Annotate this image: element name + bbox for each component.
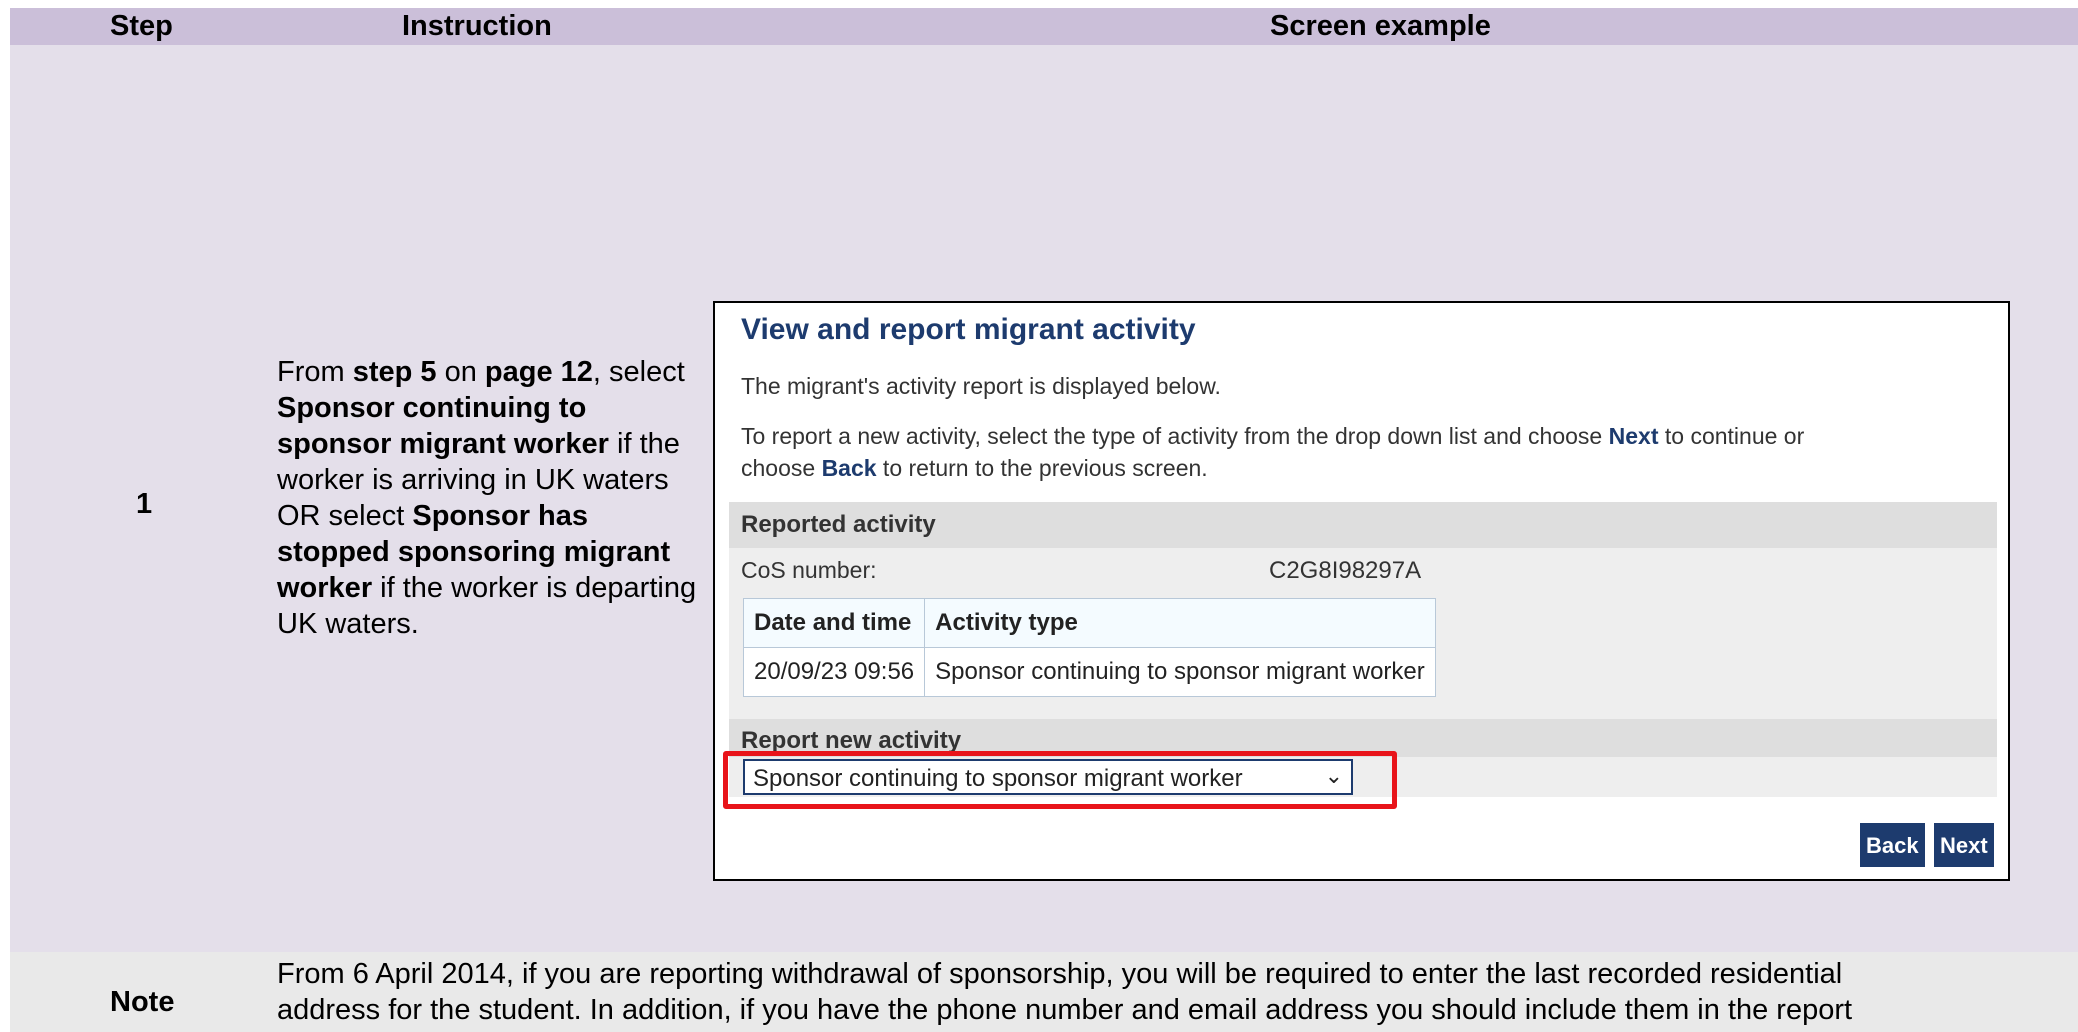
instruction-bold: page 12	[484, 356, 593, 388]
instruction-bold: Sponsor continuing to sponsor migrant wo…	[277, 392, 609, 460]
activity-table: Date and time Activity type 20/09/23 09:…	[742, 598, 1436, 697]
instruction-line-1: To report a new activity, select the typ…	[741, 423, 1804, 450]
instruction-text: to return to the previous screen.	[876, 455, 1208, 481]
instruction-bold: step 5	[352, 356, 437, 388]
cos-number-label: CoS number:	[741, 557, 877, 583]
intro-text: The migrant's activity report is display…	[741, 373, 1221, 399]
instruction-text: , select	[592, 356, 685, 388]
instruction-text: choose	[741, 455, 822, 481]
screen-example-panel: View and report migrant activity The mig…	[713, 301, 2010, 881]
note-line: From 6 April 2014, if you are reporting …	[277, 958, 1843, 990]
instruction-text: From	[277, 356, 353, 388]
instruction-text: To report a new activity, select the typ…	[741, 423, 1609, 449]
highlight-box	[723, 751, 1397, 809]
column-header: Activity type	[924, 598, 1436, 648]
header-step: Step	[110, 10, 173, 42]
instruction-line-2: choose Back to return to the previous sc…	[741, 455, 1208, 482]
instruction-text: on	[436, 356, 485, 388]
cos-number-value: C2G8I98297A	[1269, 557, 1422, 584]
instruction-back-text: Back	[821, 455, 877, 481]
table-header-row: Step Instruction Screen example	[10, 8, 2078, 45]
note-row: Note From 6 April 2014, if you are repor…	[10, 952, 2078, 1032]
activity-table-header: Date and time Activity type	[742, 598, 1436, 648]
column-header: Date and time	[742, 598, 926, 648]
note-text: From 6 April 2014, if you are reporting …	[277, 956, 2067, 1028]
note-label: Note	[110, 986, 175, 1018]
step-instruction: From step 5 on page 12, select Sponsor c…	[277, 354, 707, 642]
table-cell: 20/09/23 09:56	[742, 647, 926, 697]
header-screen-example: Screen example	[1270, 10, 1491, 42]
header-instruction: Instruction	[402, 10, 552, 42]
instruction-text: to continue or	[1658, 423, 1805, 449]
step-row: 1 From step 5 on page 12, select Sponsor…	[10, 45, 2078, 952]
page-title: View and report migrant activity	[741, 313, 1196, 346]
instruction-next-text: Next	[1608, 423, 1659, 449]
step-number: 1	[136, 488, 153, 520]
table-cell: Sponsor continuing to sponsor migrant wo…	[924, 647, 1436, 697]
next-button[interactable]: Next	[1934, 823, 1994, 867]
table-row: 20/09/23 09:56 Sponsor continuing to spo…	[742, 647, 1436, 697]
reported-activity-heading: Reported activity	[729, 502, 1997, 548]
back-button[interactable]: Back	[1860, 823, 1925, 867]
